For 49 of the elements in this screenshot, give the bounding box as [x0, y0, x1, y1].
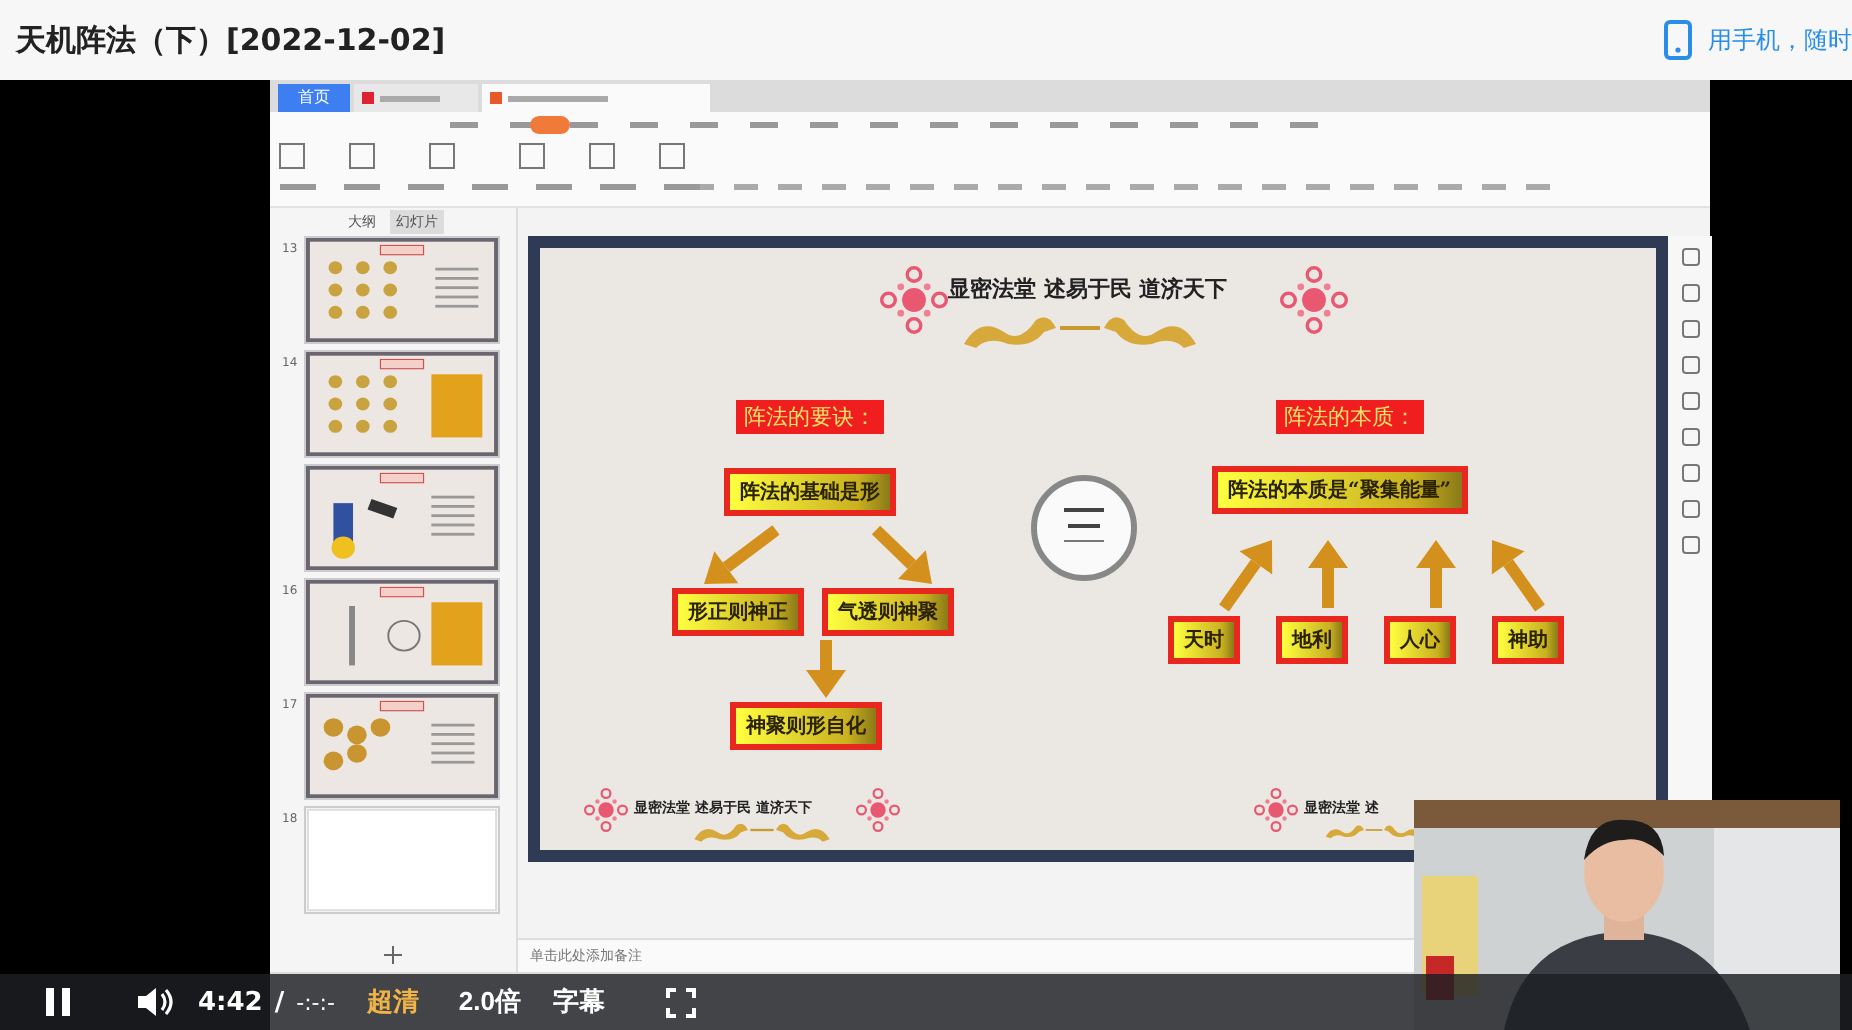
- diagram-node: 神聚则形自化: [730, 702, 882, 750]
- video-title: 天机阵法（下）[2022-12-02]: [16, 21, 446, 59]
- slide-thumbnail[interactable]: [304, 350, 500, 458]
- home-tab[interactable]: 首页: [278, 84, 350, 112]
- ornament-icon: [856, 788, 900, 832]
- volume-button[interactable]: [136, 986, 174, 1018]
- phone-icon: [1664, 20, 1692, 60]
- slide-thumbnail[interactable]: [304, 578, 500, 686]
- speed-button[interactable]: 2.0倍: [458, 984, 521, 1020]
- fullscreen-button[interactable]: [665, 987, 695, 1017]
- arrow: [806, 640, 846, 698]
- arrow: [1416, 540, 1456, 608]
- arrow: [1219, 540, 1273, 612]
- arrow: [1491, 540, 1545, 612]
- pause-button[interactable]: [44, 986, 72, 1018]
- diagram-node: 天时: [1168, 616, 1240, 664]
- tab[interactable]: [354, 84, 478, 112]
- diagram-node: 人心: [1384, 616, 1456, 664]
- slide-thumbnail[interactable]: [304, 464, 500, 572]
- arrow: [871, 525, 932, 584]
- blurred-label-icon: [380, 95, 440, 101]
- quality-button[interactable]: 超清: [366, 984, 419, 1020]
- file-icon: [490, 92, 502, 104]
- mobile-link[interactable]: 用手机，随时: [1708, 23, 1852, 57]
- file-icon: [362, 92, 374, 104]
- duration: -:-:-: [296, 989, 335, 1015]
- subtitles-button[interactable]: 字幕: [553, 984, 605, 1020]
- ornament-icon: [1254, 788, 1298, 832]
- seal-drawing: [1031, 475, 1137, 581]
- section-heading: 阵法的要诀：: [736, 400, 884, 434]
- arrow: [704, 525, 780, 584]
- arrow: [1308, 540, 1348, 608]
- tab[interactable]: [482, 84, 710, 112]
- ornament-icon: [584, 788, 628, 832]
- ornament-icon: [880, 266, 948, 334]
- slide-motto: 显密法堂 述易于民 道济天下: [948, 274, 1228, 304]
- section-heading: 阵法的本质：: [1276, 400, 1424, 434]
- time-separator: /: [274, 987, 285, 1017]
- diagram-node: 形正则神正: [672, 588, 804, 636]
- diagram-node: 阵法的本质是“聚集能量”: [1212, 466, 1468, 514]
- diagram-node: 神助: [1492, 616, 1564, 664]
- slide-thumbnail[interactable]: [304, 692, 500, 800]
- diagram-node: 阵法的基础是形: [724, 468, 896, 516]
- blurred-label-icon: [508, 95, 608, 101]
- current-time: 4:42: [198, 987, 263, 1017]
- diagram-node: 气透则神聚: [822, 588, 954, 636]
- ornament-icon: [1280, 266, 1348, 334]
- diagram-node: 地利: [1276, 616, 1348, 664]
- slide-thumbnail[interactable]: [304, 236, 500, 344]
